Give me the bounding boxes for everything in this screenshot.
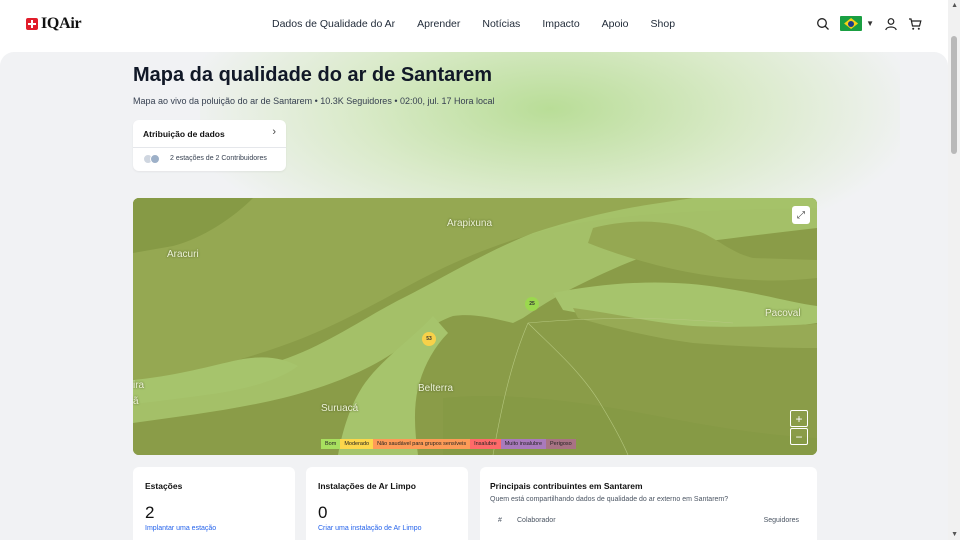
main-panel: Mapa da qualidade do ar de Santarem Mapa… [0, 52, 948, 540]
scroll-up-arrow-icon[interactable]: ▲ [951, 2, 958, 9]
fullscreen-button[interactable]: ⤢ [792, 206, 810, 224]
top-contributors-card: Principais contribuintes em Santarem Que… [480, 467, 817, 540]
top-header: IQAir Dados de Qualidade do Ar Aprender … [0, 0, 948, 52]
user-icon[interactable] [884, 17, 898, 31]
chevron-down-icon[interactable]: ▼ [866, 19, 874, 28]
swiss-cross-icon [26, 18, 38, 30]
header-actions: ▼ [816, 16, 922, 31]
aqi-marker-value: 53 [426, 336, 432, 342]
zoom-in-button[interactable]: + [790, 410, 808, 427]
col-followers: Seguidores [763, 517, 799, 524]
stations-card: Estações 2 Implantar uma estação [133, 467, 295, 540]
cart-icon[interactable] [908, 17, 922, 31]
avatar [150, 154, 160, 164]
contributors-subtitle: Quem está compartilhando dados de qualid… [490, 496, 729, 503]
legend-item: Insalubre [470, 439, 501, 449]
nav-learn[interactable]: Aprender [417, 18, 460, 30]
contributor-avatars [143, 154, 160, 164]
zoom-controls: + − [790, 410, 808, 445]
nav-support[interactable]: Apoio [602, 18, 629, 30]
map-label-a: ã [133, 396, 139, 407]
zoom-out-button[interactable]: − [790, 428, 808, 445]
create-clean-air-link[interactable]: Criar uma instalação de Ar Limpo [318, 525, 422, 532]
aqi-marker[interactable]: 53 [422, 332, 436, 346]
col-contributor: Colaborador [517, 517, 556, 524]
legend-item: Perigoso [546, 439, 576, 449]
map-terrain [133, 198, 817, 455]
attribution-summary: 2 estações de 2 Contribuidores [170, 155, 267, 162]
divider [133, 147, 286, 148]
clean-air-count: 0 [318, 503, 328, 522]
iqair-logo[interactable]: IQAir [26, 15, 82, 33]
deploy-station-link[interactable]: Implantar uma estação [145, 525, 216, 532]
nav-impact[interactable]: Impacto [542, 18, 579, 30]
main-nav: Dados de Qualidade do Ar Aprender Notíci… [272, 18, 675, 30]
aqi-legend: Bom Moderado Não saudável para grupos se… [321, 439, 576, 449]
air-quality-map[interactable]: Aracuri Suruacá Belterra Arapixuna Pacov… [133, 198, 817, 455]
nav-air-quality-data[interactable]: Dados de Qualidade do Ar [272, 18, 395, 30]
contributors-title: Principais contribuintes em Santarem [490, 481, 643, 491]
stations-count: 2 [145, 503, 155, 522]
attribution-heading: Atribuição de dados [143, 129, 225, 139]
nav-shop[interactable]: Shop [651, 18, 676, 30]
chevron-right-icon: › [272, 126, 276, 138]
legend-item: Moderado [340, 439, 374, 449]
stations-title: Estações [145, 481, 183, 491]
col-rank: # [498, 517, 502, 524]
legend-item: Muito insalubre [500, 439, 547, 449]
scroll-down-arrow-icon[interactable]: ▼ [951, 531, 958, 538]
clean-air-title: Instalações de Ar Limpo [318, 481, 416, 491]
legend-item: Não saudável para grupos sensíveis [373, 439, 471, 449]
nav-news[interactable]: Notícias [482, 18, 520, 30]
map-label-ira: ira [133, 380, 145, 391]
map-label-pacoval: Pacoval [765, 308, 801, 319]
legend-item: Bom [321, 439, 341, 449]
scroll-thumb[interactable] [951, 36, 957, 154]
page-title: Mapa da qualidade do ar de Santarem [133, 64, 492, 86]
map-label-aracuri: Aracuri [167, 249, 199, 260]
brazil-flag-icon[interactable] [840, 16, 863, 31]
map-label-suruaca: Suruacá [321, 403, 359, 414]
aqi-marker[interactable]: 25 [525, 297, 539, 311]
data-attribution-card[interactable]: Atribuição de dados › 2 estações de 2 Co… [133, 120, 286, 171]
aqi-marker-value: 25 [529, 301, 535, 307]
map-label-belterra: Belterra [418, 383, 454, 394]
search-icon[interactable] [816, 17, 830, 31]
map-label-arapixuna: Arapixuna [447, 218, 493, 229]
clean-air-card: Instalações de Ar Limpo 0 Criar uma inst… [306, 467, 468, 540]
page-subtitle: Mapa ao vivo da poluição do ar de Santar… [133, 96, 495, 106]
logo-text: IQAir [41, 15, 82, 32]
page-scrollbar[interactable]: ▲ ▼ [948, 0, 960, 540]
